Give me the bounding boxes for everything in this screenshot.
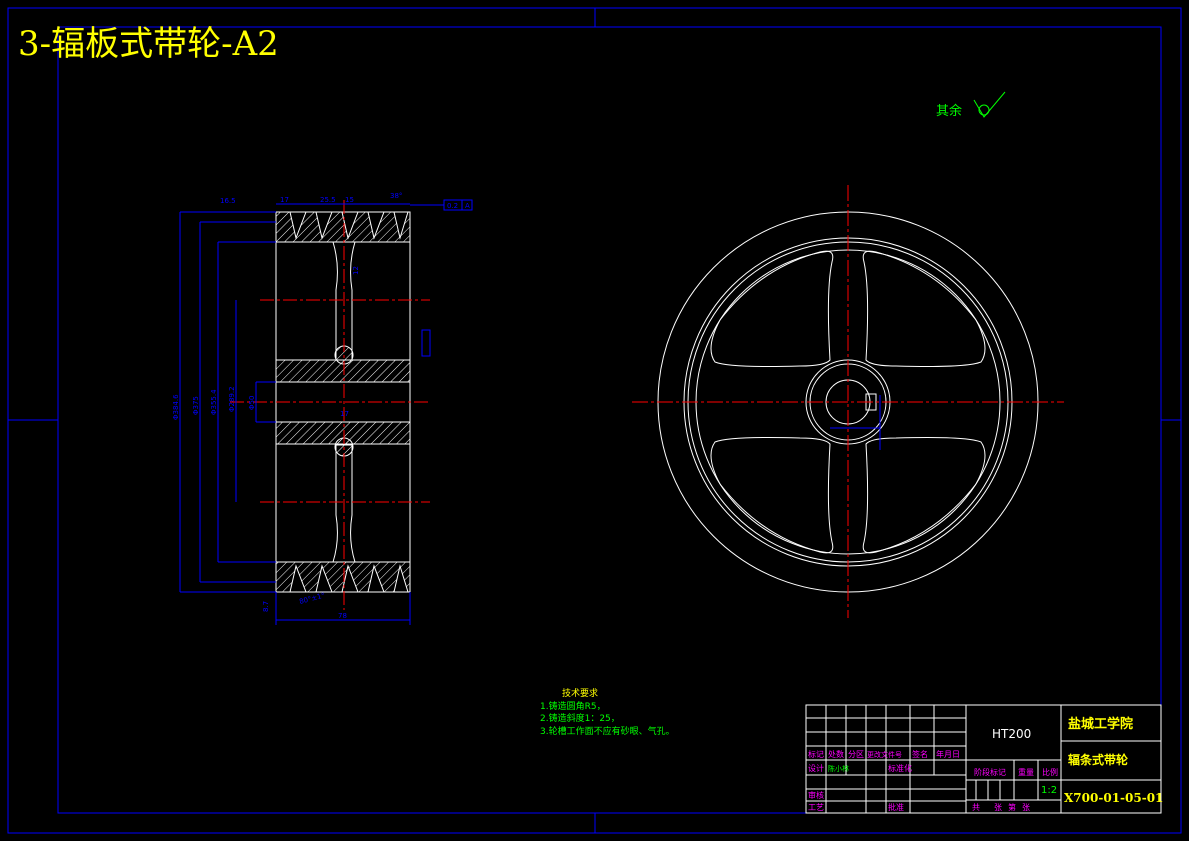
label-mark: 标记 [808, 749, 824, 759]
label-weight: 重量 [1018, 767, 1034, 777]
label-stage-mark: 阶段标记 [974, 767, 1006, 777]
dim-side-mark: 12 [352, 266, 360, 275]
label-process: 工艺 [808, 803, 824, 812]
school-name: 盐城工学院 [1068, 716, 1133, 732]
dim-pitch-dia: Φ375 [192, 396, 200, 415]
tech-item-2: 2.铸造斜度1：25， [540, 712, 620, 724]
tolerance-datum: A [465, 202, 470, 210]
label-review: 审核 [808, 790, 824, 800]
label-total: 共 [972, 803, 980, 812]
engineering-drawing: 3-辐板式带轮-A2 其余 Φ384.6 Φ375 Φ355.4 Φ289.2 … [7, 7, 1182, 834]
designer-name: 陈小林 [828, 764, 849, 773]
dim-groove-note: 80°±1° [298, 591, 325, 606]
dim-overall-width: 78 [338, 612, 347, 620]
tech-requirements: 技术要求 1.铸造圆角R5， 2.铸造斜度1：25， 3.轮槽工作面不应有砂眼、… [540, 687, 675, 737]
dim-outer-dia: Φ384.6 [172, 394, 180, 420]
title-block: HT200 盐城工学院 辐条式带轮 X700-01-05-01 1:2 标记 处… [805, 704, 1163, 814]
tech-item-3: 3.轮槽工作面不应有砂眼、气孔。 [540, 725, 675, 737]
tech-item-1: 1.铸造圆角R5， [540, 700, 606, 712]
inner-border [57, 26, 1162, 814]
dim-top-angle: 38° [390, 192, 402, 200]
label-sign: 签名 [912, 749, 928, 759]
label-sheet-count: 张 [994, 803, 1002, 812]
label-count: 处数 [828, 749, 844, 759]
part-name: 辐条式带轮 [1068, 752, 1129, 767]
roughness-note: 其余 [936, 91, 1006, 119]
label-standard: 标准化 [888, 763, 912, 773]
tolerance-value: 0.2 [447, 202, 458, 210]
tech-title: 技术要求 [562, 687, 598, 699]
dim-top-pitch: 25.5 [320, 196, 336, 204]
dim-bottom-left: 8.7 [262, 601, 270, 612]
section-view: Φ384.6 Φ375 Φ355.4 Φ289.2 Φ50 16.5 17 25… [172, 192, 473, 625]
roughness-text: 其余 [936, 103, 962, 119]
material-text: HT200 [992, 727, 1031, 741]
front-view [632, 185, 1064, 618]
drawing-number: X700-01-05-01 [1064, 791, 1163, 805]
dim-top-pitch-b: 15 [345, 196, 354, 204]
dim-inner-dia: Φ289.2 [228, 386, 236, 412]
dim-root-dia: Φ355.4 [210, 389, 218, 415]
label-sheet-no: 第 [1008, 802, 1016, 812]
drawing-title: 3-辐板式带轮-A2 [18, 24, 279, 64]
dim-top-left: 16.5 [220, 197, 236, 205]
label-zone: 分区 [848, 750, 864, 759]
label-approve: 批准 [888, 802, 904, 812]
bottom-groove-hatch [275, 561, 411, 593]
label-sheet-unit: 张 [1022, 803, 1030, 812]
top-groove-hatch [275, 211, 411, 243]
dim-hub-width: 17 [340, 410, 349, 418]
label-date: 年月日 [936, 749, 960, 759]
dim-top-width-a: 17 [280, 196, 289, 204]
label-design: 设计 [808, 763, 824, 773]
label-change-doc: 更改文件号 [867, 750, 902, 759]
scale-value: 1:2 [1041, 785, 1057, 796]
label-ratio: 比例 [1042, 767, 1058, 777]
dim-bore-dia: Φ50 [248, 396, 256, 410]
